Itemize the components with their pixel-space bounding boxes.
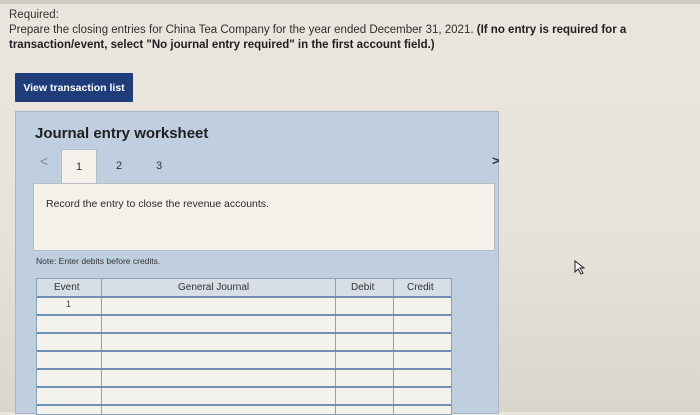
account-input-row-1[interactable] (102, 298, 335, 314)
row-divider (37, 386, 451, 388)
journal-entry-worksheet: Journal entry worksheet < 1 2 3 > Record… (15, 111, 500, 415)
view-transaction-list-button[interactable]: View transaction list (15, 73, 133, 102)
row-divider (37, 368, 451, 370)
tab-1[interactable]: 1 (61, 149, 97, 183)
header-debit: Debit (351, 282, 375, 293)
tab-3[interactable]: 3 (142, 149, 176, 182)
row-divider (37, 350, 451, 352)
required-instructions: Prepare the closing entries for China Te… (9, 23, 689, 53)
event-number: 1 (66, 299, 72, 309)
chevron-right-icon[interactable]: > (492, 153, 500, 168)
row-divider (37, 314, 451, 316)
task-panel: Record the entry to close the revenue ac… (33, 183, 495, 251)
credit-input-row-1[interactable] (394, 298, 451, 314)
tab-2[interactable]: 2 (102, 149, 136, 182)
mouse-pointer-icon (574, 260, 586, 275)
worksheet-title: Journal entry worksheet (35, 125, 209, 142)
top-border (0, 0, 700, 4)
header-event: Event (54, 282, 80, 293)
table-header: Event General Journal Debit Credit (37, 279, 451, 296)
note-text: Note: Enter debits before credits. (36, 256, 161, 266)
header-general-journal: General Journal (178, 282, 250, 293)
instructions-text: Prepare the closing entries for China Te… (9, 24, 474, 36)
general-journal-table: Event General Journal Debit Credit 1 (36, 278, 452, 415)
header-credit: Credit (407, 282, 434, 293)
required-heading: Required: (9, 9, 59, 21)
row-divider (37, 404, 451, 406)
task-instruction: Record the entry to close the revenue ac… (46, 198, 269, 210)
row-divider (37, 332, 451, 334)
chevron-left-icon[interactable]: < (40, 153, 48, 169)
debit-input-row-1[interactable] (336, 298, 393, 314)
